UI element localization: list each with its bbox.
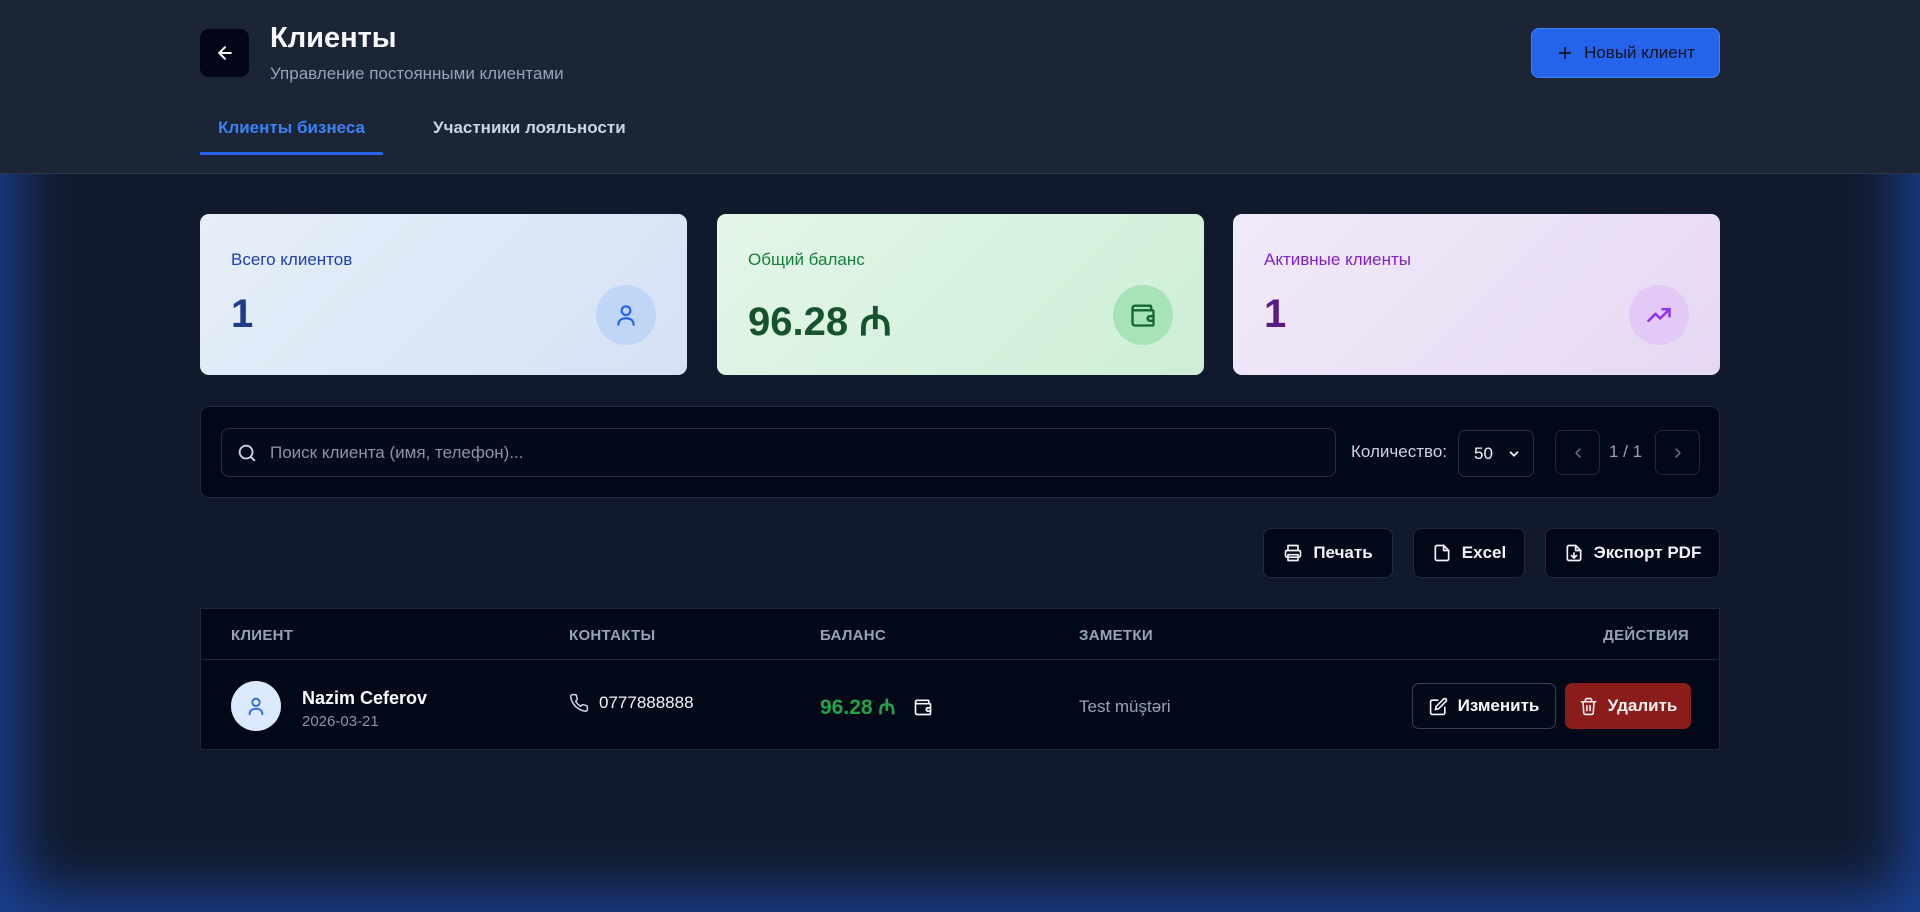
plus-icon	[1556, 44, 1574, 62]
export-pdf-button[interactable]: Экспорт PDF	[1545, 528, 1720, 578]
trending-up-icon	[1629, 285, 1689, 345]
app-root: Клиенты Управление постоянными клиентами…	[0, 0, 1920, 912]
stat-value: 1	[231, 292, 254, 336]
column-header-actions: ДЕЙСТВИЯ	[1603, 627, 1689, 644]
stat-label: Всего клиентов	[231, 250, 353, 269]
stat-label: Общий баланс	[748, 250, 865, 269]
new-client-label: Новый клиент	[1584, 43, 1695, 62]
filter-bar: Количество: 50 1 / 1	[200, 406, 1720, 498]
stat-card-active-clients: Активные клиенты 1	[1233, 214, 1720, 375]
tab-business-clients[interactable]: Клиенты бизнеса	[200, 118, 383, 155]
prev-page-button[interactable]	[1555, 430, 1600, 475]
client-note: Test müştəri	[1079, 697, 1171, 716]
new-client-button[interactable]: Новый клиент	[1531, 28, 1720, 78]
balance-value: 96.28 ₼	[820, 696, 896, 719]
trash-icon	[1579, 697, 1598, 716]
file-download-icon	[1564, 543, 1584, 563]
stat-value: 96.28 ₼	[748, 300, 892, 344]
column-header-contacts: КОНТАКТЫ	[569, 627, 656, 644]
column-header-balance: БАЛАНС	[820, 627, 887, 644]
client-name: Nazim Ceferov	[302, 688, 428, 708]
chevron-down-icon	[1507, 447, 1521, 461]
print-label: Печать	[1313, 543, 1373, 562]
avatar	[231, 681, 281, 731]
wallet-icon[interactable]	[913, 697, 933, 717]
search-icon	[236, 442, 258, 464]
quantity-label: Количество:	[1351, 442, 1448, 461]
print-button[interactable]: Печать	[1263, 528, 1393, 578]
quantity-value: 50	[1474, 443, 1493, 463]
phone-icon	[569, 693, 589, 713]
divider	[201, 659, 1719, 660]
excel-label: Excel	[1461, 543, 1507, 562]
column-header-notes: ЗАМЕТКИ	[1079, 627, 1153, 644]
client-date: 2026-03-21	[302, 713, 379, 730]
stat-card-total-clients: Всего клиентов 1	[200, 214, 687, 375]
next-page-button[interactable]	[1655, 430, 1700, 475]
excel-button[interactable]: Excel	[1413, 528, 1525, 578]
printer-icon	[1283, 543, 1303, 563]
file-icon	[1432, 543, 1452, 563]
edit-label: Изменить	[1457, 696, 1540, 715]
stat-label: Активные клиенты	[1264, 250, 1411, 269]
clients-table: КЛИЕНТ КОНТАКТЫ БАЛАНС ЗАМЕТКИ ДЕЙСТВИЯ …	[200, 608, 1720, 750]
arrow-left-icon	[215, 43, 235, 63]
client-phone: 0777888888	[569, 693, 694, 713]
stat-value: 1	[1264, 292, 1287, 336]
column-header-client: КЛИЕНТ	[231, 627, 294, 644]
client-balance: 96.28 ₼	[820, 693, 933, 721]
tab-loyalty-members[interactable]: Участники лояльности	[433, 118, 626, 152]
search-box[interactable]	[221, 428, 1336, 477]
export-pdf-label: Экспорт PDF	[1593, 543, 1702, 562]
user-icon	[245, 695, 267, 717]
wallet-icon	[1113, 285, 1173, 345]
back-button[interactable]	[200, 29, 249, 77]
user-icon	[596, 285, 656, 345]
edit-icon	[1429, 697, 1448, 716]
stat-card-total-balance: Общий баланс 96.28 ₼	[717, 214, 1204, 375]
delete-button[interactable]: Удалить	[1565, 683, 1691, 729]
edit-button[interactable]: Изменить	[1412, 683, 1556, 729]
chevron-left-icon	[1570, 445, 1586, 461]
chevron-right-icon	[1670, 445, 1686, 461]
phone-text: 0777888888	[599, 693, 694, 712]
pagination-indicator: 1 / 1	[1609, 442, 1643, 461]
delete-label: Удалить	[1607, 696, 1678, 715]
search-input[interactable]	[270, 442, 1310, 463]
quantity-select[interactable]: 50	[1458, 430, 1534, 477]
page-subtitle: Управление постоянными клиентами	[270, 64, 564, 83]
page-title: Клиенты	[270, 22, 397, 54]
